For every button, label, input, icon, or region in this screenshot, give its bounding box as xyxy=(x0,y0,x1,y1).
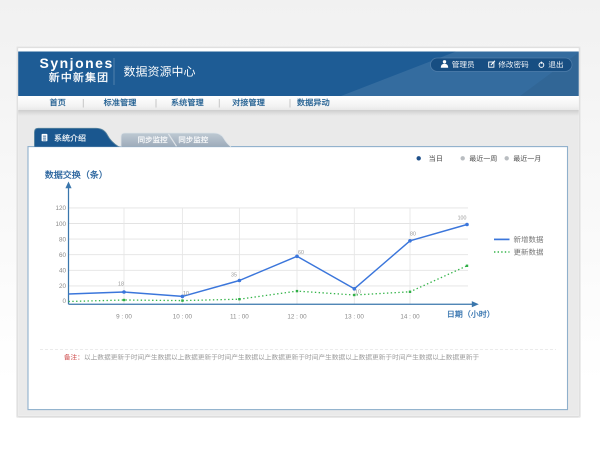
svg-text:10 : 00: 10 : 00 xyxy=(173,313,193,320)
svg-text:11 : 00: 11 : 00 xyxy=(230,313,249,320)
svg-text:Synjones: Synjones xyxy=(40,55,114,71)
svg-text:9 : 00: 9 : 00 xyxy=(116,313,132,320)
svg-text:35: 35 xyxy=(231,273,237,279)
svg-text:80: 80 xyxy=(410,232,416,238)
svg-text:14 : 00: 14 : 00 xyxy=(400,313,420,320)
svg-text:18: 18 xyxy=(118,282,124,288)
svg-text:10: 10 xyxy=(355,290,361,296)
svg-text:10: 10 xyxy=(183,291,189,297)
svg-text:12 : 00: 12 : 00 xyxy=(287,313,307,320)
svg-text:20: 20 xyxy=(59,283,67,290)
svg-text:120: 120 xyxy=(55,205,66,212)
svg-text:100: 100 xyxy=(55,221,66,228)
svg-text:100: 100 xyxy=(458,216,467,222)
svg-text:40: 40 xyxy=(59,268,67,275)
svg-text:0: 0 xyxy=(62,298,66,305)
svg-text:60: 60 xyxy=(59,252,67,259)
svg-text:60: 60 xyxy=(298,250,304,256)
svg-text:13 : 00: 13 : 00 xyxy=(345,313,365,320)
svg-text:80: 80 xyxy=(59,236,67,243)
